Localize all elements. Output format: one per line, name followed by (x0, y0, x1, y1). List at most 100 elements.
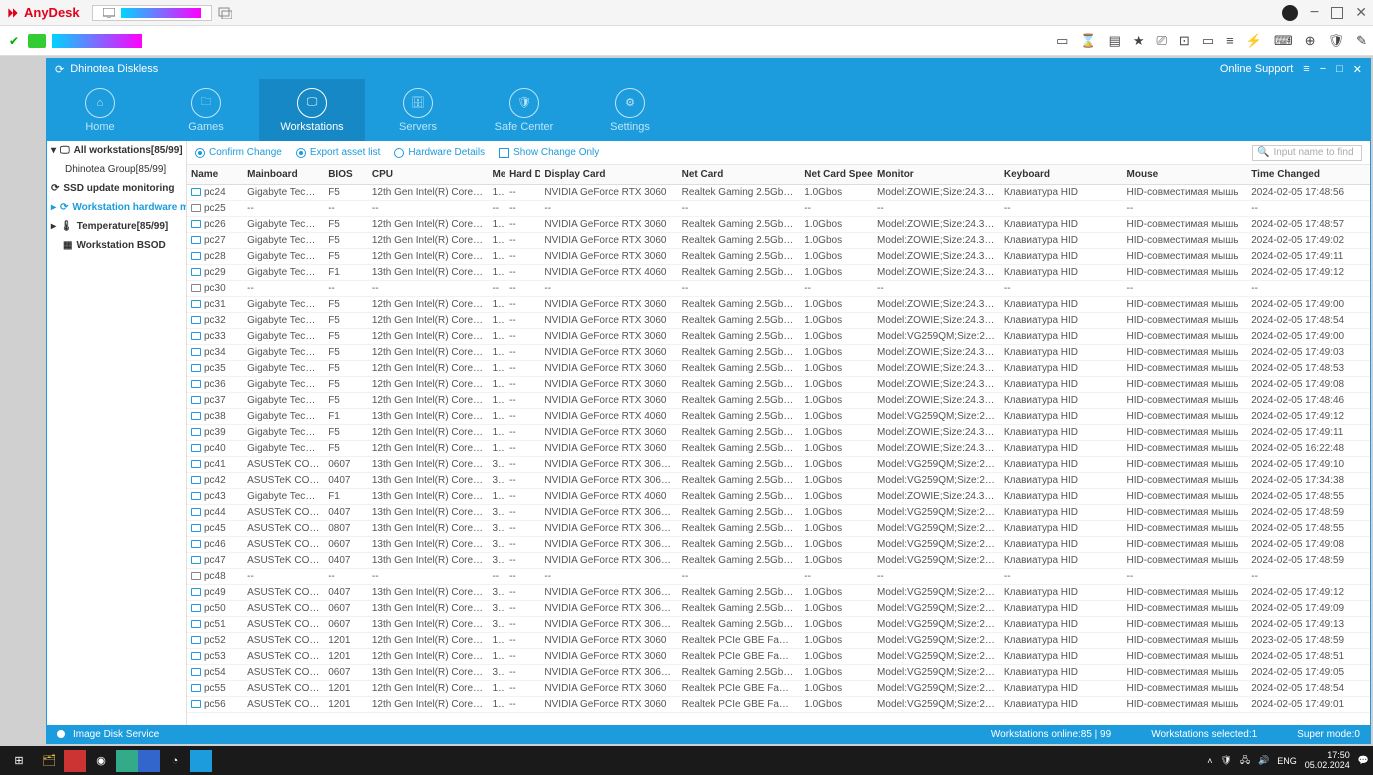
taskbar-app-icon[interactable] (64, 750, 86, 772)
toolbar-icon[interactable]: ⊕ (1305, 33, 1316, 49)
table-row[interactable]: pc38Gigabyte Techno...F113th Gen Intel(R… (187, 409, 1370, 425)
maximize-app-button[interactable]: □ (1336, 63, 1343, 75)
taskbar-steam-icon[interactable]: ◔ (160, 749, 190, 773)
table-row[interactable]: pc24Gigabyte Techno...F512th Gen Intel(R… (187, 185, 1370, 201)
nav-workstations[interactable]: 🖵Workstations (259, 79, 365, 141)
toolbar-icon[interactable]: ≡ (1226, 33, 1234, 49)
toolbar-icon[interactable]: ⚡ (1246, 33, 1262, 49)
start-button[interactable]: ⊞ (4, 749, 34, 773)
toolbar-icon[interactable]: ✎ (1356, 33, 1367, 49)
column-header[interactable]: Display Card (540, 165, 677, 185)
taskbar-app-icon[interactable] (138, 750, 160, 772)
table-row[interactable]: pc34Gigabyte Techno...F512th Gen Intel(R… (187, 345, 1370, 361)
table-row[interactable]: pc29Gigabyte Techno...F113th Gen Intel(R… (187, 265, 1370, 281)
column-header[interactable]: Time Changed (1247, 165, 1370, 185)
nav-settings[interactable]: ⚙Settings (577, 79, 683, 141)
chat-icon[interactable] (28, 34, 46, 48)
table-row[interactable]: pc56ASUSTeK COMP...120112th Gen Intel(R)… (187, 697, 1370, 713)
toolbar-icon[interactable]: ⊡ (1179, 33, 1190, 49)
sidebar-item-bsod[interactable]: ▦Workstation BSOD (47, 236, 186, 255)
table-row[interactable]: pc46ASUSTeK COMP...060713th Gen Intel(R)… (187, 537, 1370, 553)
minimize-app-button[interactable]: − (1320, 63, 1326, 75)
grid-header-row[interactable]: NameMainboardBIOSCPUMeHard DDisplay Card… (187, 165, 1370, 185)
nav-home[interactable]: ⌂Home (47, 79, 153, 141)
table-row[interactable]: pc37Gigabyte Techno...F512th Gen Intel(R… (187, 393, 1370, 409)
clock[interactable]: 17:50 05.02.2024 (1305, 751, 1350, 771)
table-row[interactable]: pc42ASUSTeK COMP...040713th Gen Intel(R)… (187, 473, 1370, 489)
sidebar-item-hwmon[interactable]: ▸⟳Workstation hardware mon (47, 198, 186, 217)
tray-chevron-icon[interactable]: ˄ (1207, 756, 1212, 766)
toolbar-icon[interactable]: ▤ (1109, 33, 1121, 49)
toolbar-icon[interactable]: 🛡 (1328, 33, 1345, 49)
hardware-details-radio[interactable]: Hardware Details (394, 147, 485, 158)
avatar-icon[interactable] (1282, 5, 1298, 21)
close-app-button[interactable]: ✕ (1353, 63, 1362, 76)
column-header[interactable]: Monitor (873, 165, 1000, 185)
close-button[interactable]: ✕ (1355, 4, 1367, 21)
tray-volume-icon[interactable]: 🔊 (1258, 755, 1269, 766)
toolbar-icon[interactable]: ★ (1133, 33, 1145, 49)
nav-games[interactable]: 🗀Games (153, 79, 259, 141)
toolbar-icon[interactable]: ▭ (1202, 33, 1214, 49)
column-header[interactable]: Mouse (1123, 165, 1248, 185)
screens-icon[interactable] (218, 7, 232, 19)
language-label[interactable]: ENG (1277, 756, 1297, 766)
toolbar-icon[interactable]: ▭ (1056, 33, 1068, 49)
toolbar-icon[interactable]: ⌛ (1080, 33, 1096, 49)
anydesk-tab-remote[interactable] (92, 5, 212, 21)
table-row[interactable]: pc47ASUSTeK COMP...040713th Gen Intel(R)… (187, 553, 1370, 569)
column-header[interactable]: CPU (368, 165, 489, 185)
sidebar-item-temp[interactable]: ▸🌡Temperature[85/99] (47, 217, 186, 236)
column-header[interactable]: Me (488, 165, 505, 185)
table-row[interactable]: pc55ASUSTeK COMP...120112th Gen Intel(R)… (187, 681, 1370, 697)
table-row[interactable]: pc39Gigabyte Techno...F512th Gen Intel(R… (187, 425, 1370, 441)
workstations-grid[interactable]: NameMainboardBIOSCPUMeHard DDisplay Card… (187, 165, 1370, 725)
taskbar-chrome-icon[interactable]: ◉ (86, 749, 116, 773)
online-support-link[interactable]: Online Support (1220, 63, 1293, 75)
search-input[interactable]: 🔍Input name to find (1252, 145, 1362, 161)
nav-safe-center[interactable]: 🛡Safe Center (471, 79, 577, 141)
table-row[interactable]: pc27Gigabyte Techno...F512th Gen Intel(R… (187, 233, 1370, 249)
table-row[interactable]: pc49ASUSTeK COMP...040713th Gen Intel(R)… (187, 585, 1370, 601)
column-header[interactable]: Keyboard (1000, 165, 1123, 185)
table-row[interactable]: pc52ASUSTeK COMP...120112th Gen Intel(R)… (187, 633, 1370, 649)
table-row[interactable]: pc35Gigabyte Techno...F512th Gen Intel(R… (187, 361, 1370, 377)
column-header[interactable]: Mainboard (243, 165, 324, 185)
toolbar-icon[interactable]: ⎚ (1157, 33, 1167, 49)
sidebar-item-ssd[interactable]: ⟳SSD update monitoring (47, 179, 186, 198)
table-row[interactable]: pc50ASUSTeK COMP...060713th Gen Intel(R)… (187, 601, 1370, 617)
table-row[interactable]: pc31Gigabyte Techno...F512th Gen Intel(R… (187, 297, 1370, 313)
table-row[interactable]: pc26Gigabyte Techno...F512th Gen Intel(R… (187, 217, 1370, 233)
tray-shield-icon[interactable]: 🛡 (1221, 755, 1232, 766)
minimize-button[interactable]: − (1310, 4, 1319, 22)
table-row[interactable]: pc40Gigabyte Techno...F512th Gen Intel(R… (187, 441, 1370, 457)
table-row[interactable]: pc36Gigabyte Techno...F512th Gen Intel(R… (187, 377, 1370, 393)
column-header[interactable]: Name (187, 165, 243, 185)
table-row[interactable]: pc33Gigabyte Techno...F512th Gen Intel(R… (187, 329, 1370, 345)
sidebar-item-all[interactable]: ▾🖵All workstations[85/99] (47, 141, 186, 160)
show-change-only-checkbox[interactable]: Show Change Only (499, 147, 599, 158)
notifications-icon[interactable]: 💬 (1358, 755, 1369, 766)
table-row[interactable]: pc32Gigabyte Techno...F512th Gen Intel(R… (187, 313, 1370, 329)
table-row[interactable]: pc48------------------------ (187, 569, 1370, 585)
taskbar-explorer-icon[interactable]: 🗂 (34, 749, 64, 773)
table-row[interactable]: pc45ASUSTeK COMP...080713th Gen Intel(R)… (187, 521, 1370, 537)
table-row[interactable]: pc51ASUSTeK COMP...060713th Gen Intel(R)… (187, 617, 1370, 633)
confirm-change-button[interactable]: Confirm Change (195, 147, 282, 158)
menu-icon[interactable]: ≡ (1303, 63, 1309, 75)
table-row[interactable]: pc44ASUSTeK COMP...040713th Gen Intel(R)… (187, 505, 1370, 521)
export-asset-button[interactable]: Export asset list (296, 147, 381, 158)
taskbar-app-icon[interactable] (116, 750, 138, 772)
nav-servers[interactable]: 🗄Servers (365, 79, 471, 141)
maximize-button[interactable] (1331, 7, 1343, 19)
taskbar-app-icon[interactable] (190, 750, 212, 772)
table-row[interactable]: pc53ASUSTeK COMP...120112th Gen Intel(R)… (187, 649, 1370, 665)
table-row[interactable]: pc41ASUSTeK COMP...060713th Gen Intel(R)… (187, 457, 1370, 473)
windows-taskbar[interactable]: ⊞ 🗂 ◉ ◔ ˄ 🛡 🖧 🔊 ENG 17:50 05.02.2024 💬 (0, 746, 1373, 775)
table-row[interactable]: pc28Gigabyte Techno...F512th Gen Intel(R… (187, 249, 1370, 265)
toolbar-icon[interactable]: ⌨ (1274, 33, 1293, 49)
app-titlebar[interactable]: ⟳ Dhinotea Diskless Online Support ≡ − □… (47, 59, 1370, 79)
column-header[interactable]: Net Card Speed (800, 165, 873, 185)
table-row[interactable]: pc54ASUSTeK COMP...060713th Gen Intel(R)… (187, 665, 1370, 681)
column-header[interactable]: BIOS (324, 165, 368, 185)
